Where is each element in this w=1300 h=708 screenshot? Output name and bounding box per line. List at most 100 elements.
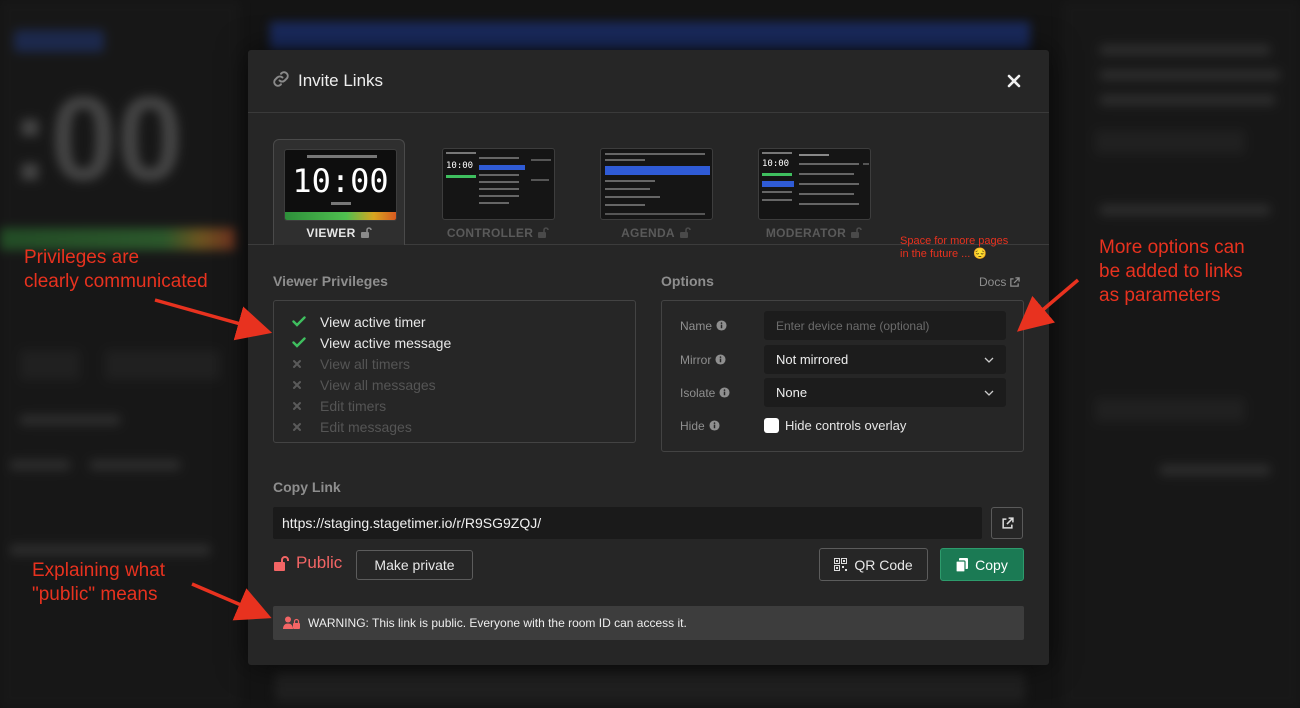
info-icon	[716, 320, 727, 331]
mirror-select[interactable]: Not mirrored	[764, 345, 1006, 374]
bg-line	[1100, 205, 1270, 215]
info-icon	[719, 387, 730, 398]
copy-icon	[956, 557, 969, 572]
x-icon	[292, 380, 320, 390]
moderator-thumb-time: 10:00	[762, 159, 790, 169]
copy-link-title: Copy Link	[273, 479, 341, 495]
bg-footer	[275, 672, 1025, 702]
bg-chip	[1095, 398, 1245, 422]
external-link-icon	[1010, 276, 1021, 287]
copy-button[interactable]: Copy	[940, 548, 1024, 581]
bg-line	[10, 545, 210, 555]
info-icon	[715, 354, 726, 365]
close-icon	[1007, 74, 1021, 88]
public-warning: WARNING: This link is public. Everyone w…	[273, 606, 1024, 640]
public-status: Public	[273, 553, 342, 573]
make-private-button[interactable]: Make private	[356, 550, 473, 580]
privilege-label: View active message	[320, 334, 452, 351]
controller-thumbnail: 10:00	[442, 148, 555, 220]
docs-link[interactable]: Docs	[979, 275, 1021, 289]
bg-line	[90, 460, 180, 470]
device-name-input[interactable]	[776, 318, 994, 333]
bg-chip	[160, 350, 220, 380]
future-pages-note: Space for more pages in the future ... 😔	[900, 235, 1009, 260]
page-tabs: 10:00 VIEWER 10:00 CONTROLLER AGENDA 10:…	[248, 113, 1049, 260]
annotation-public: Explaining what "public" means	[32, 560, 166, 605]
privilege-label: Edit timers	[320, 397, 387, 414]
privileges-list: View active timer View active message View…	[273, 300, 636, 443]
privilege-item: View all messages	[292, 374, 635, 395]
qr-code-button[interactable]: QR Code	[819, 548, 928, 581]
open-link-button[interactable]	[991, 507, 1023, 539]
bg-line	[1160, 465, 1270, 475]
unlock-icon	[850, 227, 862, 241]
tab-controller[interactable]: 10:00 CONTROLLER	[432, 139, 564, 245]
privilege-item: View active message	[292, 332, 635, 353]
bg-chip	[14, 30, 104, 52]
moderator-thumbnail: 10:00	[758, 148, 871, 220]
options-title: Options	[661, 273, 714, 289]
qr-code-icon	[834, 558, 848, 571]
options-panel: Name Mirror Not mirrored Isolate None Hi…	[661, 300, 1024, 452]
name-label: Name	[680, 319, 764, 333]
bg-line	[20, 415, 120, 425]
link-icon	[272, 70, 290, 93]
chevron-down-icon	[984, 390, 994, 396]
unlock-icon	[360, 227, 372, 241]
annotation-privileges: Privileges are clearly communicated	[24, 247, 208, 292]
bg-chip	[20, 350, 80, 380]
bg-line	[1100, 45, 1270, 55]
privileges-title: Viewer Privileges	[273, 273, 388, 289]
tab-viewer[interactable]: 10:00 VIEWER	[273, 139, 405, 245]
chevron-down-icon	[984, 357, 994, 363]
isolate-select[interactable]: None	[764, 378, 1006, 407]
x-icon	[292, 422, 320, 432]
unlock-icon	[679, 227, 691, 241]
hide-label: Hide	[680, 419, 764, 433]
isolate-label: Isolate	[680, 386, 764, 400]
tab-viewer-label: VIEWER	[274, 226, 404, 241]
link-url-field[interactable]: https://staging.stagetimer.io/r/R9SG9ZQJ…	[273, 507, 982, 539]
privilege-item: Edit messages	[292, 416, 635, 437]
bg-line	[1100, 70, 1280, 80]
tab-moderator-label: MODERATOR	[748, 226, 880, 241]
x-icon	[292, 359, 320, 369]
close-button[interactable]	[1003, 70, 1025, 92]
unlock-icon	[274, 555, 289, 571]
bg-timer-display: :00	[10, 72, 184, 206]
option-name-row: Name	[680, 311, 1006, 340]
agenda-thumbnail	[600, 148, 713, 220]
privilege-item: View all timers	[292, 353, 635, 374]
tab-agenda-label: AGENDA	[590, 226, 722, 241]
check-icon	[292, 316, 320, 327]
bg-top-bar	[270, 22, 1030, 50]
bg-line	[1100, 95, 1275, 105]
check-icon	[292, 337, 320, 348]
privilege-label: View active timer	[320, 313, 426, 330]
hide-controls-checkbox[interactable]	[764, 418, 779, 433]
modal-title: Invite Links	[298, 71, 384, 90]
option-hide-row: Hide Hide controls overlay	[680, 411, 1006, 440]
bg-line	[10, 460, 70, 470]
tab-moderator[interactable]: 10:00 MODERATOR	[748, 139, 880, 245]
tab-controller-label: CONTROLLER	[432, 226, 564, 241]
invite-links-modal: Invite Links 10:00 VIEWER 10:00 CONTROLL…	[248, 50, 1049, 665]
modal-header: Invite Links	[248, 50, 1049, 113]
viewer-thumbnail: 10:00	[284, 149, 397, 221]
privilege-item: Edit timers	[292, 395, 635, 416]
external-link-icon	[1001, 516, 1014, 529]
x-icon	[292, 401, 320, 411]
bg-chip	[1095, 130, 1245, 154]
mirror-label: Mirror	[680, 353, 764, 367]
privilege-label: Edit messages	[320, 418, 412, 435]
tab-agenda[interactable]: AGENDA	[590, 139, 722, 245]
unlock-icon	[537, 227, 549, 241]
viewer-thumb-time: 10:00	[292, 162, 389, 200]
annotation-options: More options can be added to links as pa…	[1099, 237, 1245, 306]
user-lock-icon	[283, 616, 300, 629]
privilege-item: View active timer	[292, 311, 635, 332]
privilege-label: View all timers	[320, 355, 410, 372]
controller-thumb-time: 10:00	[446, 161, 474, 171]
option-mirror-row: Mirror Not mirrored	[680, 345, 1006, 374]
hide-controls-label: Hide controls overlay	[785, 418, 907, 433]
